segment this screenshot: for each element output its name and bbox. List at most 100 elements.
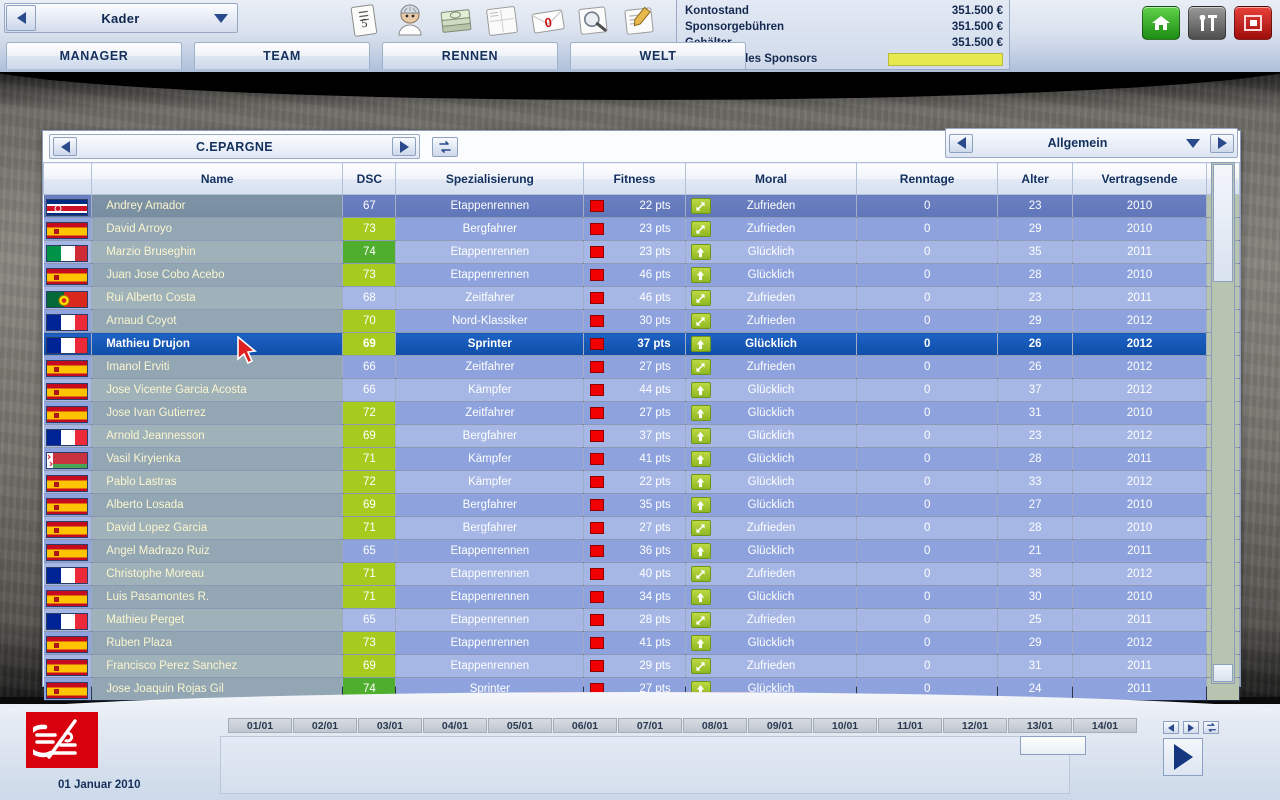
cell-age: 29 — [997, 631, 1074, 655]
cell-rider-name[interactable]: Mathieu Perget — [91, 608, 344, 632]
calendar-day[interactable]: 03/01 — [358, 718, 422, 733]
calendar-day[interactable]: 06/01 — [553, 718, 617, 733]
table-row[interactable]: Pablo Lastras 72 Kämpfer 22 pts Glücklich 0 33… — [43, 470, 1241, 494]
view-selector-caret-button[interactable] — [1179, 138, 1207, 148]
cell-rider-name[interactable]: Juan Jose Cobo Acebo — [91, 263, 344, 287]
cell-rider-name[interactable]: Christophe Moreau — [91, 562, 344, 586]
cell-rider-name[interactable]: Luis Pasamontes R. — [91, 585, 344, 609]
cell-rider-name[interactable]: Mathieu Drujon — [91, 332, 344, 356]
cell-rider-name[interactable]: Ruben Plaza — [91, 631, 344, 655]
calendar-refresh-button[interactable] — [1203, 721, 1219, 734]
squad-scrollbar[interactable] — [1211, 162, 1235, 684]
cell-rider-name[interactable]: David Lopez Garcia — [91, 516, 344, 540]
cell-rider-name[interactable]: Francisco Perez Sanchez — [91, 654, 344, 678]
table-row[interactable]: David Arroyo 73 Bergfahrer 23 pts Zufrieden 0… — [43, 217, 1241, 241]
cell-rider-name[interactable]: Arnaud Coyot — [91, 309, 344, 333]
cell-rider-name[interactable]: Rui Alberto Costa — [91, 286, 344, 310]
cell-rider-name[interactable]: Vasil Kiryienka — [91, 447, 344, 471]
cell-rider-name[interactable]: Arnold Jeannesson — [91, 424, 344, 448]
notepad-icon[interactable] — [618, 1, 662, 41]
column-header-renntage[interactable]: Renntage — [856, 162, 998, 195]
calendar-day[interactable]: 09/01 — [748, 718, 812, 733]
table-row[interactable]: Alberto Losada 69 Bergfahrer 35 pts Glücklic… — [43, 493, 1241, 517]
calendar-body[interactable] — [220, 736, 1070, 794]
advance-day-button[interactable] — [1163, 738, 1203, 776]
view-prev-button[interactable] — [949, 133, 973, 153]
quit-button[interactable] — [1234, 6, 1272, 40]
table-row[interactable]: Vasil Kiryienka 71 Kämpfer 41 pts Glücklich 0… — [43, 447, 1241, 471]
table-row[interactable]: Andrey Amador 67 Etappenrennen 22 pts Zufrie… — [43, 194, 1241, 218]
calendar-day[interactable]: 04/01 — [423, 718, 487, 733]
table-row[interactable]: Mathieu Perget 65 Etappenrennen 28 pts Zufri… — [43, 608, 1241, 632]
table-row[interactable]: Arnold Jeannesson 69 Bergfahrer 37 pts Glück… — [43, 424, 1241, 448]
cell-rider-name[interactable]: Marzio Bruseghin — [91, 240, 344, 264]
team-selector[interactable]: C.EPARGNE — [49, 134, 420, 159]
cell-rider-name[interactable]: Jose Ivan Gutierrez — [91, 401, 344, 425]
table-row[interactable]: Marzio Bruseghin 74 Etappenrennen 23 pts Glü… — [43, 240, 1241, 264]
cell-rider-name[interactable]: Pablo Lastras — [91, 470, 344, 494]
calendar-day[interactable]: 07/01 — [618, 718, 682, 733]
table-row[interactable]: David Lopez Garcia 71 Bergfahrer 27 pts Zufr… — [43, 516, 1241, 540]
calendar-day[interactable]: 10/01 — [813, 718, 877, 733]
table-row[interactable]: Ruben Plaza 73 Etappenrennen 41 pts Glücklic… — [43, 631, 1241, 655]
view-next-button[interactable] — [1210, 133, 1234, 153]
rider-icon[interactable] — [388, 1, 432, 41]
calendar-day[interactable]: 01/01 — [228, 718, 292, 733]
panel-refresh-button[interactable] — [432, 137, 458, 157]
calendar-selected-cell[interactable] — [1020, 736, 1086, 755]
calendar-day[interactable]: 12/01 — [943, 718, 1007, 733]
calendar-day[interactable]: 13/01 — [1008, 718, 1072, 733]
cell-rider-name[interactable]: Imanol Erviti — [91, 355, 344, 379]
tab-welt[interactable]: WELT — [570, 42, 746, 69]
column-header-spezialisierung[interactable]: Spezialisierung — [395, 162, 585, 195]
scrollbar-down-button[interactable] — [1213, 664, 1233, 682]
cell-rider-name[interactable]: David Arroyo — [91, 217, 344, 241]
column-header-alter[interactable]: Alter — [996, 162, 1074, 195]
table-row-selected[interactable]: Mathieu Drujon 69 Sprinter 37 pts Glücklich 0… — [43, 332, 1241, 356]
calendar-prev-button[interactable] — [1163, 721, 1179, 734]
calendar-day[interactable]: 11/01 — [878, 718, 942, 733]
column-header-dsc[interactable]: DSC — [342, 162, 397, 195]
tab-manager[interactable]: MANAGER — [6, 42, 182, 69]
table-row[interactable]: Arnaud Coyot 70 Nord-Klassiker 30 pts Zufrie… — [43, 309, 1241, 333]
settings-button[interactable] — [1188, 6, 1226, 40]
column-header-fitness[interactable]: Fitness — [583, 162, 686, 195]
team-next-button[interactable] — [392, 137, 416, 156]
cell-rider-name[interactable]: Jose Vicente Garcia Acosta — [91, 378, 344, 402]
table-row[interactable]: Luis Pasamontes R. 71 Etappenrennen 34 pts G… — [43, 585, 1241, 609]
calendar-day[interactable]: 14/01 — [1073, 718, 1137, 733]
calendar-next-button[interactable] — [1183, 721, 1199, 734]
screen-selector[interactable]: Kader — [4, 3, 238, 33]
tab-rennen[interactable]: RENNEN — [382, 42, 558, 69]
cell-rider-name[interactable]: Andrey Amador — [91, 194, 344, 218]
table-row[interactable]: Francisco Perez Sanchez 69 Etappenrennen 29… — [43, 654, 1241, 678]
team-prev-button[interactable] — [53, 137, 77, 156]
column-header-flag[interactable] — [42, 162, 93, 195]
table-row[interactable]: Rui Alberto Costa 68 Zeitfahrer 46 pts Zufri… — [43, 286, 1241, 310]
table-row[interactable]: Jose Vicente Garcia Acosta 66 Kämpfer 44 pt… — [43, 378, 1241, 402]
table-row[interactable]: Jose Ivan Gutierrez 72 Zeitfahrer 27 pts Glü… — [43, 401, 1241, 425]
cell-rider-name[interactable]: Angel Madrazo Ruiz — [91, 539, 344, 563]
roster-icon[interactable]: 5 — [342, 1, 386, 41]
table-row[interactable]: Imanol Erviti 66 Zeitfahrer 27 pts Zufrieden… — [43, 355, 1241, 379]
cell-rider-name[interactable]: Alberto Losada — [91, 493, 344, 517]
screen-selector-prev-button[interactable] — [6, 5, 36, 31]
calendar-day[interactable]: 08/01 — [683, 718, 747, 733]
table-row[interactable]: Angel Madrazo Ruiz 65 Etappenrennen 36 pts G… — [43, 539, 1241, 563]
calendar-day[interactable]: 02/01 — [293, 718, 357, 733]
column-header-name[interactable]: Name — [91, 162, 344, 195]
money-icon[interactable] — [434, 1, 478, 41]
mail-icon[interactable]: 0 — [526, 1, 570, 41]
screen-selector-caret-button[interactable] — [205, 13, 237, 23]
scrollbar-thumb[interactable] — [1213, 164, 1233, 282]
table-row[interactable]: Juan Jose Cobo Acebo 73 Etappenrennen 46 pt… — [43, 263, 1241, 287]
tab-team[interactable]: TEAM — [194, 42, 370, 69]
calendar-day[interactable]: 05/01 — [488, 718, 552, 733]
search-icon[interactable] — [572, 1, 616, 41]
home-button[interactable] — [1142, 6, 1180, 40]
view-selector[interactable]: Allgemein — [945, 128, 1238, 158]
table-row[interactable]: Christophe Moreau 71 Etappenrennen 40 pts Zu… — [43, 562, 1241, 586]
newspaper-icon[interactable] — [480, 1, 524, 41]
column-header-vertragsende[interactable]: Vertragsende — [1072, 162, 1207, 195]
column-header-moral[interactable]: Moral — [684, 162, 858, 195]
